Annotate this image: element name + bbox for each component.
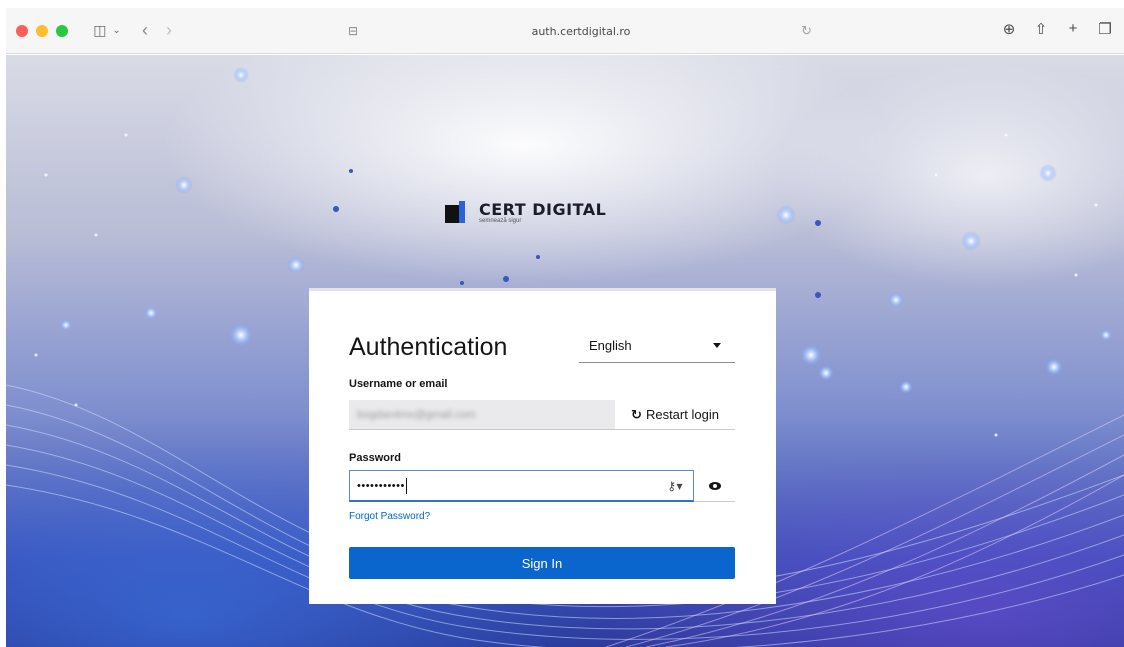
username-label: Username or email: [349, 378, 448, 390]
share-icon[interactable]: ⇧: [1032, 20, 1050, 38]
tabs-overview-icon[interactable]: ❐: [1096, 20, 1114, 38]
logo-tagline: semnează sigur: [479, 218, 522, 224]
caret-down-icon: [713, 343, 721, 348]
password-label: Password: [349, 452, 401, 464]
restart-login-button[interactable]: ↻ Restart login: [615, 400, 735, 430]
back-button[interactable]: ‹: [142, 20, 148, 41]
window-controls: [16, 24, 68, 37]
close-window-button[interactable]: [16, 24, 28, 37]
logo-name: CERT DIGITAL: [479, 200, 607, 219]
reload-icon[interactable]: ↻: [801, 24, 812, 39]
eye-icon: [708, 481, 721, 490]
login-card: Authentication English Username or email…: [309, 288, 776, 604]
maximize-window-button[interactable]: [56, 24, 68, 37]
page-title: Authentication: [349, 333, 508, 361]
show-password-button[interactable]: [694, 470, 735, 502]
password-value: •••••••••••: [357, 479, 405, 492]
text-cursor: [405, 477, 407, 494]
restart-icon: ↻: [631, 406, 642, 422]
forgot-password-link[interactable]: Forgot Password?: [349, 511, 430, 522]
browser-toolbar: ◫ ⌄ ‹ › ⊟ auth.certdigital.ro ↻ ⊕ ⇧ + ❐: [6, 8, 1124, 54]
browser-tools: ⊕ ⇧ + ❐: [1000, 20, 1114, 38]
logo-mark-icon: [445, 201, 467, 223]
sidebar-icon: ◫: [93, 22, 107, 38]
cert-digital-logo: CERT DIGITAL semnează sigur: [445, 200, 606, 224]
sign-in-button[interactable]: Sign In: [349, 547, 735, 579]
navigation-buttons: ‹ ›: [142, 19, 172, 43]
language-selected: English: [589, 338, 632, 353]
username-value: bogdan4mx@gmail.com: [357, 408, 476, 421]
language-select[interactable]: English: [579, 329, 735, 363]
username-field: bogdan4mx@gmail.com: [349, 400, 615, 430]
password-field[interactable]: ••••••••••• ⚷▾: [349, 470, 694, 502]
chevron-down-icon: ⌄: [112, 25, 121, 36]
page-settings-icon[interactable]: ⊟: [348, 24, 358, 38]
url-text: auth.certdigital.ro: [531, 24, 631, 38]
new-tab-icon[interactable]: +: [1064, 20, 1082, 38]
download-icon[interactable]: ⊕: [1000, 20, 1018, 38]
sidebar-toggle-button[interactable]: ◫ ⌄: [90, 19, 124, 43]
minimize-window-button[interactable]: [36, 24, 48, 37]
restart-login-label: Restart login: [645, 407, 719, 422]
forward-button[interactable]: ›: [166, 20, 172, 41]
address-bar[interactable]: ⊟ auth.certdigital.ro ↻: [346, 16, 816, 46]
password-manager-key-icon[interactable]: ⚷▾: [667, 479, 683, 493]
